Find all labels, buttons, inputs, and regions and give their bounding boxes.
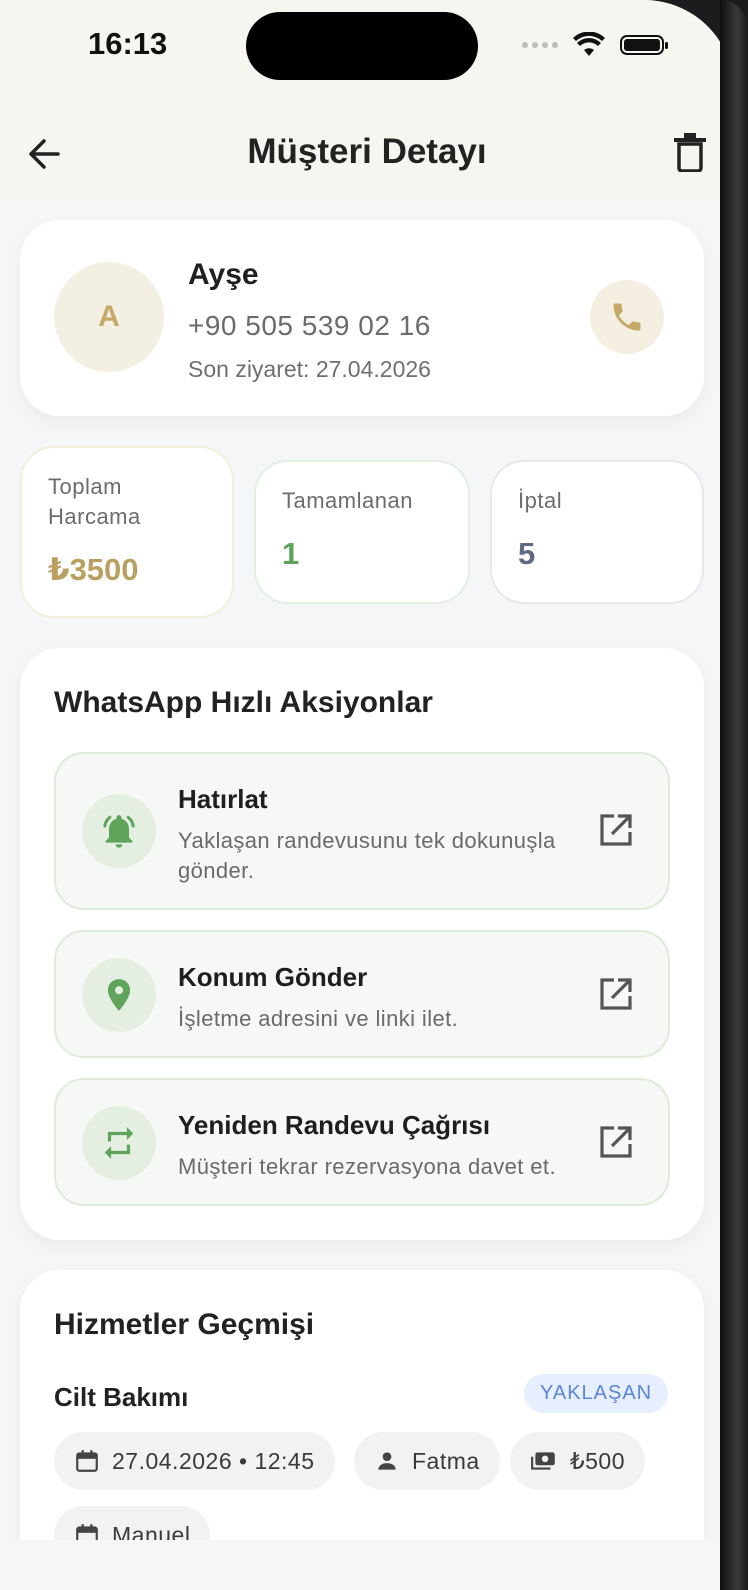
section-title: WhatsApp Hızlı Aksiyonlar <box>54 686 433 719</box>
status-icons <box>522 32 668 58</box>
customer-phone: +90 505 539 02 16 <box>188 310 431 341</box>
avatar: A <box>54 262 164 372</box>
calendar-icon <box>76 1450 98 1472</box>
staff-chip: Fatma <box>354 1432 500 1490</box>
action-send-location[interactable]: Konum Gönder İşletme adresini ve linki i… <box>54 930 670 1058</box>
whatsapp-actions-card: WhatsApp Hızlı Aksiyonlar Hatırlat Yakla… <box>20 648 704 1240</box>
dynamic-island <box>246 12 478 80</box>
open-external-icon <box>600 1126 632 1158</box>
chip-text: ₺500 <box>570 1447 626 1474</box>
stat-total-spend: Toplam Harcama ₺3500 <box>20 446 234 618</box>
action-desc: Yaklaşan randevusunu tek dokunuşla gönde… <box>178 828 556 883</box>
stat-label: İptal <box>518 488 563 513</box>
stat-value: 5 <box>518 536 536 571</box>
payments-icon <box>531 1452 555 1470</box>
action-desc: İşletme adresini ve linki ilet. <box>178 1006 459 1031</box>
bottom-safe-area <box>0 1540 734 1590</box>
delete-trash-icon[interactable] <box>672 132 708 172</box>
action-icon-wrap <box>82 794 156 868</box>
service-name: Cilt Bakımı <box>54 1382 189 1412</box>
customer-card: A Ayşe +90 505 539 02 16 Son ziyaret: 27… <box>20 220 704 416</box>
stat-label: Tamamlanan <box>282 488 413 513</box>
bell-icon <box>103 815 135 848</box>
signal-icon <box>522 42 558 48</box>
status-time: 16:13 <box>88 26 168 61</box>
section-title: Hizmetler Geçmişi <box>54 1308 315 1341</box>
action-icon-wrap <box>82 958 156 1032</box>
action-rebook-call[interactable]: Yeniden Randevu Çağrısı Müşteri tekrar r… <box>54 1078 670 1206</box>
location-pin-icon <box>107 979 131 1011</box>
last-visit: Son ziyaret: 27.04.2026 <box>188 356 431 382</box>
customer-name: Ayşe <box>188 258 259 291</box>
page-title: Müşteri Detayı <box>247 132 487 171</box>
battery-icon <box>620 35 668 55</box>
repeat-icon <box>104 1127 134 1159</box>
stat-completed: Tamamlanan 1 <box>254 460 470 604</box>
open-external-icon <box>600 814 632 846</box>
person-icon <box>378 1452 396 1470</box>
wifi-icon <box>573 32 605 56</box>
action-icon-wrap <box>82 1106 156 1180</box>
stat-value: 1 <box>282 536 300 571</box>
action-desc: Müşteri tekrar rezervasyona davet et. <box>178 1154 556 1179</box>
phone-icon <box>613 303 641 331</box>
chip-text: 27.04.2026 • 12:45 <box>112 1447 315 1474</box>
action-title: Hatırlat <box>178 784 268 814</box>
action-remind[interactable]: Hatırlat Yaklaşan randevusunu tek dokunu… <box>54 752 670 910</box>
open-external-icon <box>600 978 632 1010</box>
chip-text: Fatma <box>412 1447 480 1474</box>
status-badge: YAKLAŞAN <box>524 1374 669 1413</box>
stat-value: ₺3500 <box>48 552 139 587</box>
action-title: Yeniden Randevu Çağrısı <box>178 1110 491 1140</box>
device-frame-edge <box>720 0 748 1590</box>
phone-screen: 16:13 Müşteri Detayı A Ayşe +90 505 539 … <box>0 0 734 1590</box>
call-button[interactable] <box>590 280 664 354</box>
stat-cancelled: İptal 5 <box>490 460 704 604</box>
action-title: Konum Gönder <box>178 962 368 992</box>
datetime-chip: 27.04.2026 • 12:45 <box>54 1432 335 1490</box>
price-chip: ₺500 <box>510 1432 646 1490</box>
stat-label: Toplam Harcama <box>48 474 141 529</box>
